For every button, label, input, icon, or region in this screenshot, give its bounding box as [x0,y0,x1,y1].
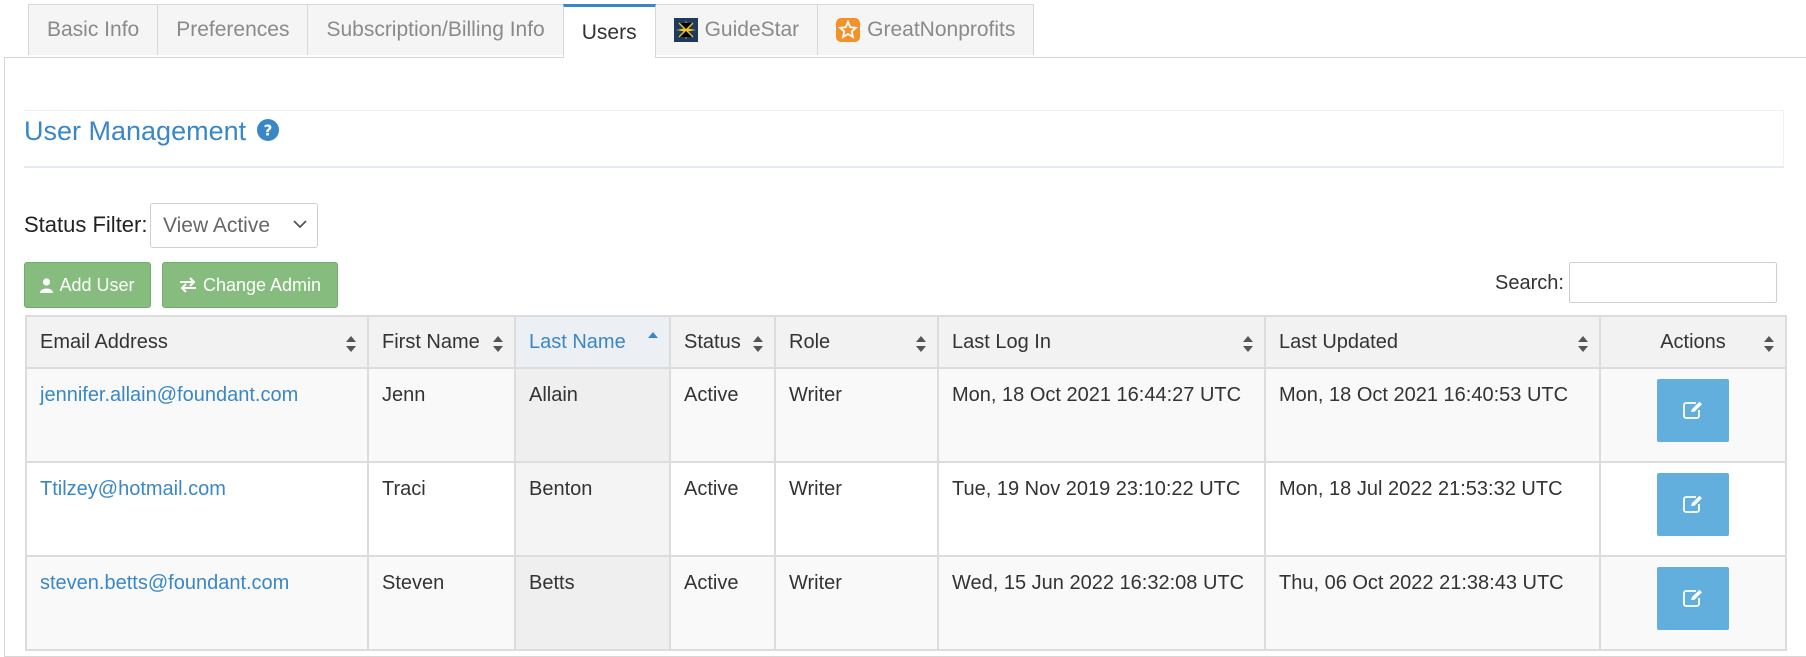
add-user-button[interactable]: Add User [24,262,151,308]
cell-email: jennifer.allain@foundant.com [25,367,369,463]
column-header-role[interactable]: Role [774,315,939,369]
table-row: steven.betts@foundant.com Steven Betts A… [25,555,1787,651]
tab-greatnonprofits[interactable]: GreatNonprofits [817,4,1035,55]
cell-last-updated: Mon, 18 Jul 2022 21:53:32 UTC [1264,461,1601,557]
tab-label: Preferences [176,18,290,41]
cell-last-log-in: Tue, 19 Nov 2019 23:10:22 UTC [937,461,1266,557]
edit-icon [1683,401,1702,419]
column-label: Actions [1660,330,1726,353]
heading-box [24,110,1784,168]
edit-icon [1683,589,1702,607]
email-link[interactable]: jennifer.allain@foundant.com [40,384,298,406]
sort-icon [916,336,926,352]
cell-status: Active [669,367,776,463]
cell-role: Writer [774,367,939,463]
cell-last-name: Benton [514,461,671,557]
users-table: Email Address First Name Last Name Statu… [25,315,1787,651]
status-filter-value: View Active [163,214,270,237]
tab-basic-info[interactable]: Basic Info [28,4,159,55]
column-header-last-updated[interactable]: Last Updated [1264,315,1601,369]
add-user-label: Add User [59,274,135,295]
tab-bar: Basic Info Preferences Subscription/Bill… [28,4,1035,58]
edit-user-button[interactable] [1657,379,1729,442]
change-admin-button[interactable]: Change Admin [162,262,338,308]
cell-email: Ttilzey@hotmail.com [25,461,369,557]
column-label: Last Name [529,330,626,353]
sort-icon [1764,336,1774,352]
cell-actions [1599,555,1787,651]
table-header-row: Email Address First Name Last Name Statu… [25,315,1787,369]
column-label: First Name [382,330,480,353]
cell-actions [1599,461,1787,557]
svg-text:?: ? [264,122,273,140]
cell-role: Writer [774,555,939,651]
cell-actions [1599,367,1787,463]
cell-last-updated: Mon, 18 Oct 2021 16:40:53 UTC [1264,367,1601,463]
column-header-email[interactable]: Email Address [25,315,369,369]
table-row: jennifer.allain@foundant.com Jenn Allain… [25,367,1787,463]
cell-last-name: Betts [514,555,671,651]
cell-first-name: Steven [367,555,516,651]
column-label: Last Log In [952,330,1051,353]
user-icon [40,277,54,293]
column-label: Status [684,330,741,353]
sort-ascending-icon [648,332,658,338]
sort-icon [346,336,356,352]
tab-label: GreatNonprofits [867,18,1016,41]
search-input[interactable] [1569,262,1777,303]
cell-email: steven.betts@foundant.com [25,555,369,651]
question-circle-icon[interactable]: ? [256,118,280,142]
edit-user-button[interactable] [1657,473,1729,536]
page-title: User Management [24,116,247,146]
status-filter-label: Status Filter: [24,212,148,237]
column-header-status[interactable]: Status [669,315,776,369]
column-header-last-name[interactable]: Last Name [514,315,671,369]
column-header-last-log-in[interactable]: Last Log In [937,315,1266,369]
cell-role: Writer [774,461,939,557]
tab-label: Subscription/Billing Info [326,18,545,41]
tab-label: Basic Info [47,18,140,41]
column-header-actions[interactable]: Actions [1599,315,1787,369]
tab-label: GuideStar [704,18,800,41]
tab-label: Users [581,20,637,44]
tab-preferences[interactable]: Preferences [157,4,309,55]
search-label: Search: [1495,272,1564,294]
column-label: Role [789,330,831,353]
sort-icon [1243,336,1253,352]
sort-icon [493,336,503,352]
exchange-icon [179,277,196,293]
cell-last-updated: Thu, 06 Oct 2022 21:38:43 UTC [1264,555,1601,651]
cell-status: Active [669,555,776,651]
cell-first-name: Traci [367,461,516,557]
cell-last-name: Allain [514,367,671,463]
tab-guidestar[interactable]: GuideStar [654,4,819,55]
table-row: Ttilzey@hotmail.com Traci Benton Active … [25,461,1787,557]
edit-icon [1683,495,1702,513]
chevron-down-icon [293,220,307,229]
email-link[interactable]: Ttilzey@hotmail.com [40,478,226,500]
status-filter-select[interactable]: View Active [150,203,318,248]
column-label: Last Updated [1279,330,1398,353]
tab-users[interactable]: Users [562,4,656,58]
sort-icon [753,336,763,352]
email-link[interactable]: steven.betts@foundant.com [40,572,289,594]
edit-user-button[interactable] [1657,567,1729,630]
tab-subscription-billing[interactable]: Subscription/Billing Info [307,4,564,55]
cell-status: Active [669,461,776,557]
column-label: Email Address [40,330,168,353]
cell-last-log-in: Wed, 15 Jun 2022 16:32:08 UTC [937,555,1266,651]
guidestar-icon [673,18,698,42]
change-admin-label: Change Admin [202,274,322,295]
sort-icon [1578,336,1588,352]
cell-last-log-in: Mon, 18 Oct 2021 16:44:27 UTC [937,367,1266,463]
greatnonprofits-icon [836,18,861,42]
column-header-first-name[interactable]: First Name [367,315,516,369]
cell-first-name: Jenn [367,367,516,463]
